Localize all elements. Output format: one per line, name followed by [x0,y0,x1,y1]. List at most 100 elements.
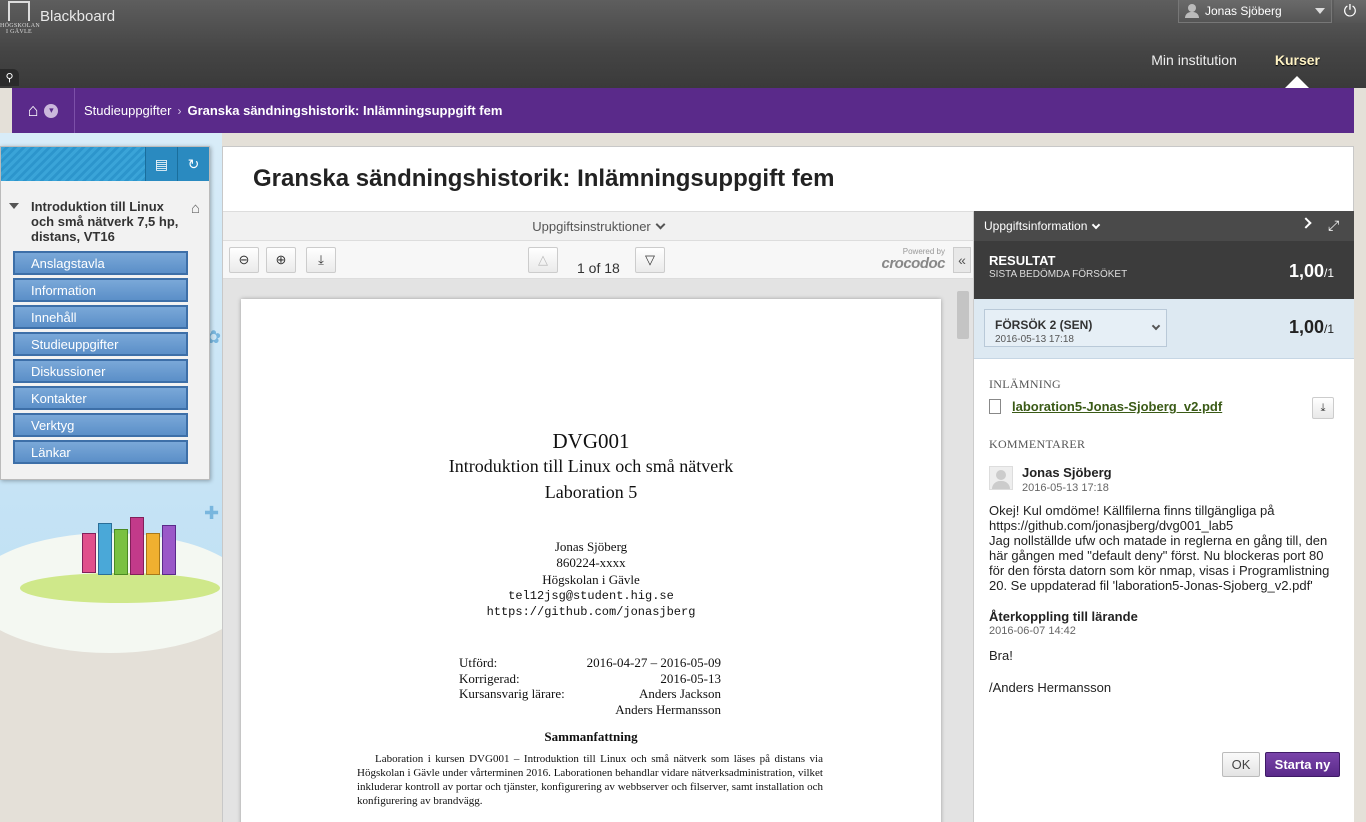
doc-abstract: Laboration i kursen DVG001 – Introduktio… [357,753,823,807]
document-viewer[interactable]: DVG001 Introduktion till Linux och små n… [223,279,973,822]
triangle-down-icon: ▽ [645,252,655,267]
result-grade: 1,00/1 [1288,261,1334,281]
user-menu[interactable]: Jonas Sjöberg [1178,0,1332,23]
doc-school: Högskolan i Gävle [542,572,640,587]
attempt-select[interactable]: FÖRSÖK 2 (SEN) 2016-05-13 17:18 [984,309,1167,347]
building-shape [130,517,144,575]
breadcrumb-item-studieuppgifter[interactable]: Studieuppgifter [84,103,171,118]
result-sublabel: SISTA BEDÖMDA FÖRSÖKET [989,269,1128,280]
building-shape [82,533,96,573]
doc-abstract-heading: Sammanfattning [544,729,638,744]
chevron-down-icon [1151,321,1161,331]
collapse-triangle-icon[interactable] [9,203,19,209]
course-menu-item-lankar[interactable]: Länkar [13,440,188,464]
chevron-down-icon[interactable]: ▾ [44,103,59,118]
zoom-out-button[interactable]: ⊖ [229,247,259,273]
main-content: Granska sändningshistorik: Inlämningsupp… [222,146,1354,822]
download-file-button[interactable]: ⤓ [1312,397,1334,419]
university-crest-icon: HÖGSKOLAN I GÄVLE [0,1,40,35]
submission-file-link[interactable]: laboration5-Jonas-Sjoberg_v2.pdf [1012,399,1222,414]
next-page-button[interactable]: ▽ [635,247,665,273]
zoom-in-button[interactable]: ⊕ [266,247,296,273]
fullscreen-icon[interactable]: ⤢ [1328,217,1339,234]
refresh-button[interactable]: ↻ [177,147,209,181]
chevron-down-icon [1092,220,1101,229]
grass-shape [20,573,220,603]
page-title: Granska sändningshistorik: Inlämningsupp… [253,165,835,192]
nav-kurser[interactable]: Kurser [1275,52,1320,88]
course-menu-panel: ▤ ↻ Introduktion till Linux och små nätv… [0,146,210,480]
nav-min-institution[interactable]: Min institution [1151,52,1237,68]
assignment-info-header[interactable]: Uppgiftsinformation ⤢ [974,211,1354,241]
chevron-right-icon[interactable] [1300,217,1312,229]
user-icon [1185,4,1199,18]
home-icon[interactable]: ⌂ [28,100,39,121]
breadcrumb-home[interactable]: ⌂ ▾ [12,88,75,133]
avatar [989,466,1013,490]
attempt-date: 2016-05-13 17:18 [995,334,1074,345]
logout-button[interactable]: ⏻ [1334,0,1366,23]
breadcrumb-bar: ⌂ ▾ Studieuppgifter › Granska sändningsh… [12,88,1354,133]
assignment-info-panel: Uppgiftsinformation ⤢ RESULTAT SISTA BED… [973,211,1354,822]
doc-course-name: Introduktion till Linux och små nätverk [448,456,734,476]
assignment-info-label: Uppgiftsinformation [984,219,1088,233]
doc-id: 860224-xxxx [556,555,626,570]
building-shape [114,529,128,575]
course-menu-item-studieuppgifter[interactable]: Studieuppgifter [13,332,188,356]
instructions-toggle[interactable]: Uppgiftsinstruktioner [223,211,973,241]
course-menu: Anslagstavla Information Innehåll Studie… [13,251,188,467]
zoom-out-icon: ⊖ [238,252,250,267]
caret-down-icon [1315,8,1325,14]
previous-page-button[interactable]: △ [528,247,558,273]
folder-view-button[interactable]: ▤ [145,147,177,181]
course-menu-item-information[interactable]: Information [13,278,188,302]
building-shape [162,525,176,575]
doc-email: tel12jsg@student.hig.se [508,589,674,603]
comments-heading: KOMMENTARER [989,437,1086,451]
logo-text: Blackboard [40,7,116,25]
folder-icon: ▤ [154,155,169,172]
doc-meta-row: Korrigerad: 2016-05-13 [459,671,721,686]
download-document-button[interactable]: ⤓ [306,247,336,273]
comment-date: 2016-05-13 17:18 [1022,482,1109,494]
quick-links-button[interactable]: ⚲ [0,69,19,86]
attempt-section: FÖRSÖK 2 (SEN) 2016-05-13 17:18 1,00/1 [974,299,1354,359]
double-chevron-left-icon: « [958,252,966,268]
course-menu-item-verktyg[interactable]: Verktyg [13,413,188,437]
crocodoc-text: crocodoc [881,255,945,272]
collapse-panel-button[interactable]: « [953,247,971,273]
comment-body: Okej! Kul omdöme! Källfilerna finns till… [989,503,1330,593]
doc-author: Jonas Sjöberg [554,539,628,554]
course-menu-item-anslagstavla[interactable]: Anslagstavla [13,251,188,275]
doc-lab-title: Laboration 5 [544,482,638,502]
attempt-label: FÖRSÖK 2 (SEN) [995,318,1093,332]
result-label: RESULTAT [989,253,1056,268]
document-toolbar: ⊖ ⊕ ⤓ △ 1 of 18 ▽ Powered by crocodoc « [223,241,973,279]
scrollbar-thumb[interactable] [957,291,969,339]
start-new-button[interactable]: Starta ny [1265,752,1340,777]
building-shape [98,523,112,575]
course-home-icon[interactable]: ⌂ [191,201,200,216]
file-icon [989,399,1001,414]
document-page: DVG001 Introduktion till Linux och små n… [241,299,941,822]
doc-url: https://github.com/jonasjberg [486,605,696,619]
chevron-right-icon: › [177,103,182,118]
doc-meta-row: Utförd: 2016-04-27 – 2016-05-09 [459,655,721,670]
feedback-date: 2016-06-07 14:42 [989,625,1076,637]
logo[interactable]: HÖGSKOLAN I GÄVLE Blackboard [0,0,120,36]
instructions-label: Uppgiftsinstruktioner [532,218,651,234]
doc-course-code: DVG001 [552,429,630,453]
link-icon: ⚲ [5,72,14,84]
zoom-in-icon: ⊕ [275,252,287,267]
user-name: Jonas Sjöberg [1205,4,1282,18]
building-shape [146,533,160,575]
course-menu-item-diskussioner[interactable]: Diskussioner [13,359,188,383]
course-menu-item-innehall[interactable]: Innehåll [13,305,188,329]
download-icon: ⤓ [1320,401,1326,414]
course-menu-item-kontakter[interactable]: Kontakter [13,386,188,410]
ok-button[interactable]: OK [1222,752,1260,777]
triangle-up-icon: △ [538,252,548,267]
puzzle-icon: ✚ [204,503,220,523]
crocodoc-logo: Powered by crocodoc [857,247,945,273]
breadcrumb-current: Granska sändningshistorik: Inlämningsupp… [187,103,503,118]
